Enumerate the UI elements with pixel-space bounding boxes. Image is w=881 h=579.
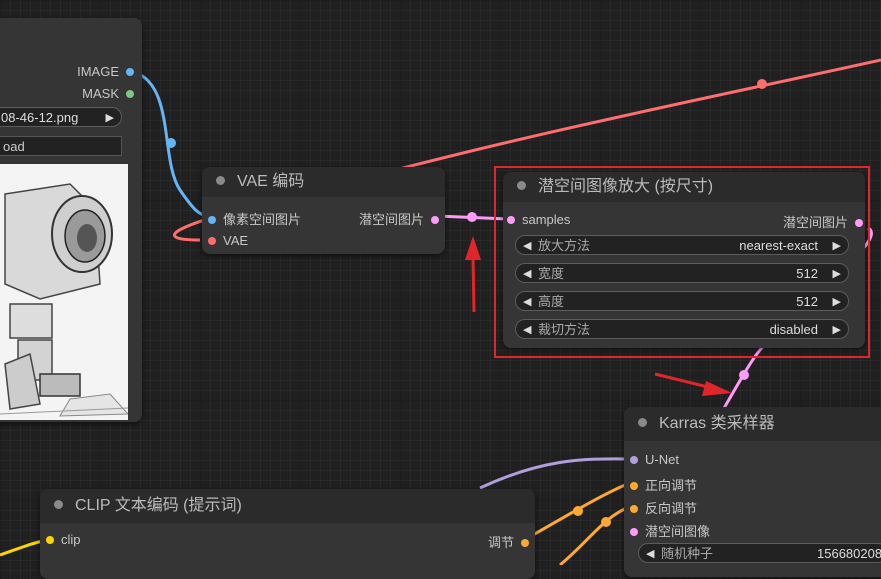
latent-output-pin[interactable] [431, 216, 439, 224]
mask-output-pin[interactable] [126, 90, 134, 98]
arrow-left-icon[interactable]: ◀ [646, 544, 654, 564]
negative-input[interactable]: 反向调节 [630, 498, 697, 517]
conditioning-output[interactable]: 调节 [488, 532, 529, 551]
latent-image-input-label: 潜空间图像 [645, 524, 711, 539]
image-output-label: IMAGE [77, 64, 119, 79]
pixels-input-label: 像素空间图片 [223, 212, 302, 227]
vae-input-label: VAE [223, 233, 249, 248]
image-filename-combo[interactable]: 08-46-12.png ▶ [0, 107, 122, 127]
conditioning-output-pin[interactable] [521, 539, 529, 547]
positive-wire-midpoint[interactable] [573, 506, 583, 516]
negative-wire-midpoint[interactable] [601, 517, 611, 527]
latent-output[interactable]: 潜空间图片 [359, 209, 439, 228]
annotation-arrow-right [654, 372, 732, 396]
seed-label: 随机种子 [661, 546, 714, 561]
clip-text-encode-title[interactable]: CLIP 文本编码 (提示词) [40, 489, 535, 523]
latent-wire-1-midpoint[interactable] [467, 212, 477, 222]
robot-illustration [0, 164, 128, 420]
image-preview [0, 164, 128, 420]
collapse-dot-icon[interactable] [216, 176, 225, 185]
unet-input[interactable]: U-Net [630, 452, 679, 467]
positive-input-label: 正向调节 [645, 478, 698, 493]
filename-value: 08-46-12.png [1, 110, 79, 125]
annotation-highlight-box [494, 166, 870, 358]
load-image-node[interactable]: IMAGE MASK 08-46-12.png ▶ oad [0, 18, 142, 422]
pixels-input-pin[interactable] [208, 216, 216, 224]
latent-wire-2-midpoint[interactable] [739, 370, 749, 380]
unet-input-pin[interactable] [630, 456, 638, 464]
upload-button[interactable]: oad [0, 136, 122, 156]
clip-input-label: clip [61, 532, 81, 547]
pixels-input[interactable]: 像素空间图片 [208, 209, 301, 228]
negative-input-label: 反向调节 [645, 501, 698, 516]
negative-input-pin[interactable] [630, 505, 638, 513]
karras-sampler-node[interactable]: Karras 类采样器 U-Net 正向调节 反向调节 潜空间图像 ◀ 随机种子… [624, 407, 881, 577]
collapse-dot-icon[interactable] [638, 418, 647, 427]
karras-sampler-title[interactable]: Karras 类采样器 [624, 407, 881, 441]
annotation-arrow-up [465, 236, 481, 313]
unet-input-label: U-Net [645, 452, 679, 467]
clip-text-encode-title-text: CLIP 文本编码 (提示词) [75, 497, 242, 514]
image-output[interactable]: IMAGE [77, 64, 134, 79]
positive-input-pin[interactable] [630, 482, 638, 490]
vae-wire-midpoint[interactable] [757, 79, 767, 89]
model-wire[interactable] [479, 457, 633, 490]
image-output-pin[interactable] [126, 68, 134, 76]
arrow-right-icon[interactable]: ▶ [106, 108, 114, 128]
image-wire-midpoint[interactable] [166, 138, 176, 148]
mask-output-label: MASK [82, 86, 119, 101]
collapse-dot-icon[interactable] [54, 500, 63, 509]
clip-input[interactable]: clip [46, 532, 81, 547]
conditioning-output-label: 调节 [487, 535, 514, 550]
vae-input[interactable]: VAE [208, 233, 248, 248]
positive-input[interactable]: 正向调节 [630, 475, 697, 494]
clip-input-pin[interactable] [46, 536, 54, 544]
vae-encode-title-text: VAE 编码 [237, 173, 305, 190]
karras-sampler-title-text: Karras 类采样器 [659, 415, 775, 432]
latent-image-input-pin[interactable] [630, 528, 638, 536]
latent-image-input[interactable]: 潜空间图像 [630, 521, 710, 540]
vae-input-pin[interactable] [208, 237, 216, 245]
vae-encode-node[interactable]: VAE 编码 像素空间图片 VAE 潜空间图片 [202, 167, 445, 254]
vae-encode-title[interactable]: VAE 编码 [202, 167, 445, 197]
load-image-title [0, 18, 142, 48]
upload-label: oad [3, 139, 25, 154]
seed-number[interactable]: ◀ 随机种子 156680208 [638, 543, 881, 563]
latent-output-label: 潜空间图片 [358, 212, 424, 227]
mask-output[interactable]: MASK [82, 86, 134, 101]
seed-value: 156680208 [817, 546, 881, 561]
clip-text-encode-node[interactable]: CLIP 文本编码 (提示词) clip 调节 [40, 489, 535, 579]
